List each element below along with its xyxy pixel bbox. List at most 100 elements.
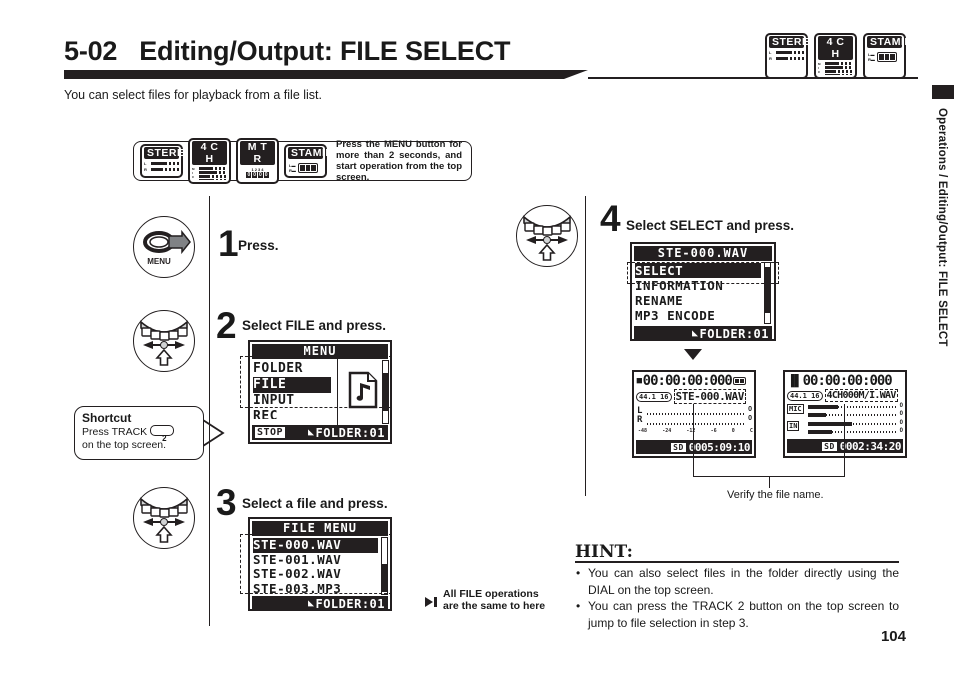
shortcut-line-2: on the top screen. (82, 439, 167, 451)
menu-highlight-box (240, 356, 392, 408)
playback-filename: 4CH000M/I.WAV (824, 389, 898, 402)
shortcut-line-1: Press TRACK 2 (82, 425, 196, 443)
all-file-ops-line-2: are the same to here (443, 600, 546, 612)
scale-tick: -6 (710, 428, 717, 434)
step-2-number: 2 (216, 305, 237, 346)
playback-filename: STE-000.WAV (673, 389, 746, 404)
meter-bar-l (647, 413, 745, 415)
hint-heading: HINT: (575, 542, 633, 562)
intro-text: You can select files for playback from a… (64, 88, 322, 102)
side-tab-marker (932, 85, 954, 99)
submenu-item[interactable]: MP3 ENCODE (635, 308, 761, 323)
skip-forward-icon (425, 597, 437, 607)
file-submenu-screen: STE-000.WAV SELECT INFORMATION RENAME MP… (630, 242, 776, 341)
hint-rule (575, 561, 899, 563)
mode-note-text: Press the MENU button for more than 2 se… (336, 139, 462, 183)
mtr-track-icon: 12 34 0 0 0 0 (246, 167, 269, 178)
left-column-divider (209, 196, 210, 626)
shortcut-callout-pointer (203, 419, 225, 447)
menu-button-icon: MENU (143, 229, 191, 266)
meter-peak-1: 0 (899, 403, 903, 409)
sd-card-icon: SD (671, 442, 686, 452)
header-mode-badges: STEREO L R 4 C H M I C N STAMINA L▬ R▬ (765, 33, 920, 79)
file-submenu-footer: ◣ FOLDER:01 (634, 326, 772, 341)
step-4-instruction: Select SELECT and press. (626, 218, 795, 233)
playback-remain: 0002:34:20 (839, 439, 902, 453)
dial-updown-icon (140, 320, 188, 366)
file-menu-footer: ◣ FOLDER:01 (252, 596, 388, 611)
shortcut-key-number: 2 (162, 434, 167, 443)
menu-screen-footer: STOP ◣ FOLDER:01 (252, 425, 388, 440)
all-file-ops-line-1: All FILE operations (443, 588, 539, 600)
step-3-instruction: Select a file and press. (242, 496, 388, 511)
bullet-icon: • (576, 599, 581, 613)
mode-note-box: STEREO L R 4 C H M I C N M T R 12 34 (133, 138, 472, 184)
title-rule (64, 70, 588, 79)
menu-item[interactable]: REC (253, 409, 331, 419)
scale-tick: -24 (662, 428, 672, 434)
scale-tick: -48 (638, 428, 648, 434)
submenu-item[interactable]: RENAME (635, 293, 761, 308)
hint-bullet-2: • You can press the TRACK 2 button on th… (576, 598, 899, 632)
step-3-number: 3 (216, 482, 237, 523)
meter-peak-2: 0 (899, 411, 903, 417)
fourch-meter-icon: M I C N (818, 61, 853, 75)
meter-label-r: R (637, 415, 643, 425)
step-3-knob-icon (133, 487, 195, 549)
folder-label: FOLDER:01 (315, 596, 385, 611)
format-badge: 44.1 16 (636, 391, 672, 402)
folder-label: FOLDER:01 (315, 425, 385, 440)
side-tab-label: Operations / Editing/Output: FILE SELECT (936, 108, 948, 347)
meter-peak-l: 0 (748, 406, 752, 413)
section-number: 5-02 (64, 36, 118, 66)
mode-badge-mtr: M T R 12 34 0 0 0 0 (236, 138, 279, 184)
battery-icon: L▬ R▬ (867, 49, 902, 63)
right-column-divider (585, 196, 586, 496)
playback-remain: 0005:09:10 (688, 440, 751, 454)
file-submenu-highlight-box (627, 262, 779, 284)
meter-track-4 (808, 431, 896, 433)
meter-peak-3: 0 (899, 420, 903, 426)
mode-badge-stamina: STAMINA L▬ R▬ (284, 144, 341, 178)
mode-badge-label: M T R (240, 141, 275, 165)
step-1-number: 1 (218, 223, 239, 264)
manual-page: 5-02 Editing/Output: FILE SELECT You can … (0, 0, 954, 673)
pause-icon: ▐▌ (787, 374, 803, 387)
fourch-meter-icon: M I C N (192, 166, 227, 180)
meter-scale: -48 -24 -12 -6 0 C (638, 428, 753, 434)
scale-tick: 0 (731, 428, 735, 434)
mode-badge-label: STAMINA (288, 147, 341, 159)
page-title: 5-02 Editing/Output: FILE SELECT (64, 36, 510, 67)
svg-text:MENU: MENU (147, 257, 171, 266)
hint-bullet-1: • You can also select files in the folde… (576, 565, 899, 599)
verify-leader-right (844, 404, 845, 476)
playback-4ch-screen: ▐▌ 00:00:00:000 44.1 16 4CH000M/I.WAV MI… (783, 370, 907, 458)
meter-bar-r (647, 423, 745, 425)
stereo-meter-icon: L R (144, 160, 179, 174)
meter-track-1 (808, 406, 896, 408)
format-badge: 44.1 16 (787, 390, 823, 401)
battery-icon: L▬ R▬ (288, 160, 323, 174)
folder-label: FOLDER:01 (699, 326, 769, 341)
mode-badge-label: 4 C H (818, 36, 853, 60)
verify-caption: Verify the file name. (727, 489, 824, 501)
playback-stereo-footer: SD 0005:09:10 (636, 440, 752, 454)
flow-arrow-down (684, 349, 702, 360)
meter-track-3 (808, 423, 896, 425)
battery-icon (732, 377, 746, 385)
playback-4ch-footer: SD 0002:34:20 (787, 439, 903, 453)
mode-badge-stereo: STEREO L R (765, 33, 818, 79)
step-4-knob-icon (516, 205, 578, 267)
stop-icon: ■ (636, 374, 643, 387)
mode-badge-stereo: STEREO L R (140, 144, 193, 178)
meter-peak-4: 0 (899, 428, 903, 434)
bullet-icon: • (576, 566, 581, 580)
step-4-number: 4 (600, 198, 621, 239)
file-menu-highlight-box (240, 534, 392, 594)
playback-timecode: 00:00:00:000 (642, 373, 733, 389)
meter-peak-r: 0 (748, 415, 752, 422)
folder-icon: ◣ (307, 598, 315, 609)
folder-icon: ◣ (307, 427, 315, 438)
meter-track-2 (808, 414, 896, 416)
playback-stereo-screen: ■ 00:00:00:000 44.1 16 STE-000.WAV L R 0… (632, 370, 756, 458)
